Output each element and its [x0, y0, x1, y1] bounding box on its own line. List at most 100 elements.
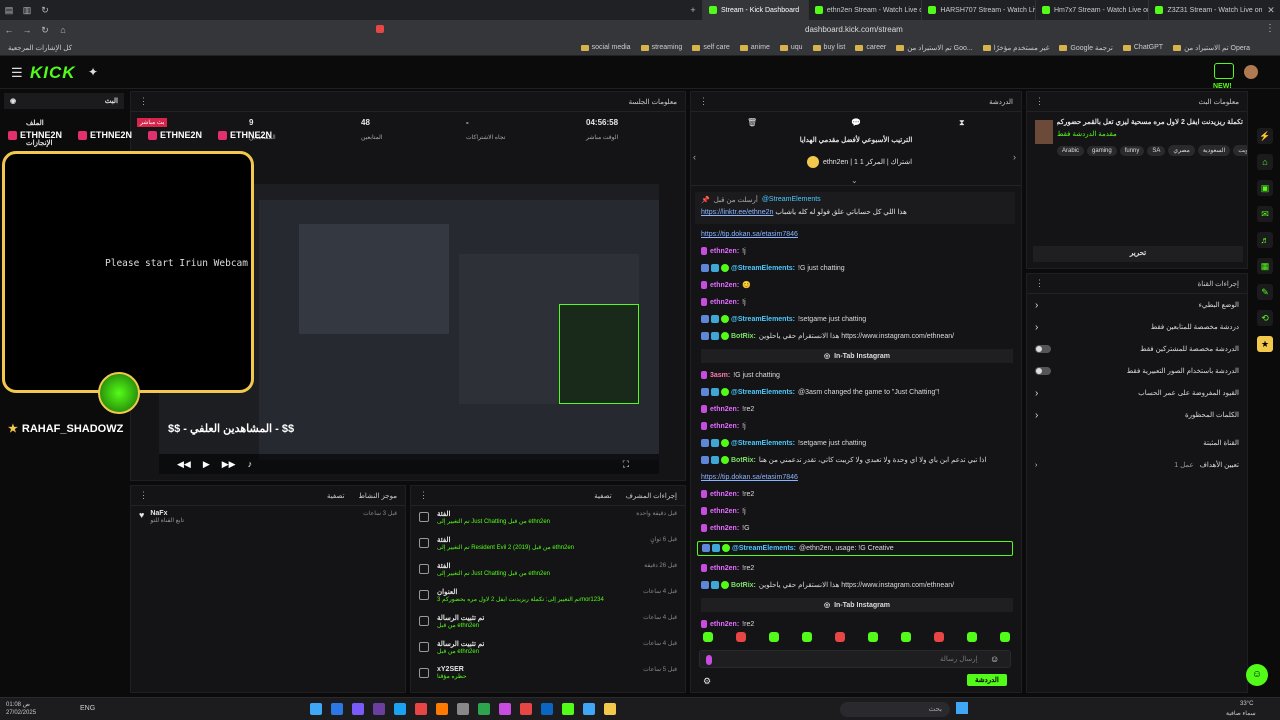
emoji-icon[interactable]: ☺ [990, 654, 999, 664]
taskbar-search[interactable]: بحث [840, 702, 950, 717]
back-icon[interactable]: ← [0, 25, 18, 35]
app-icon[interactable] [352, 703, 364, 715]
channel-setting-row[interactable]: › الوضع البطيء [1027, 294, 1247, 316]
app-icon[interactable] [541, 703, 553, 715]
rail-tool-icon[interactable]: ★ [1257, 336, 1273, 352]
app-icon[interactable] [331, 703, 343, 715]
app-icon[interactable] [520, 703, 532, 715]
app-icon[interactable] [310, 703, 322, 715]
rail-tool-icon[interactable]: ▦ [1257, 258, 1273, 274]
category[interactable]: مقدمة الدردشة فقط [1057, 130, 1117, 138]
nav-item-stream[interactable]: البث [105, 97, 118, 105]
clock-time[interactable]: 01:08 ص [6, 701, 30, 708]
forward-icon[interactable]: ▶▶ [222, 459, 236, 470]
bookmark-item[interactable]: تم الاستيراد من Goo... [896, 44, 973, 52]
emote-icon[interactable] [966, 632, 977, 642]
rail-tool-icon[interactable]: ▣ [1257, 180, 1273, 196]
hamburger-icon[interactable]: ☰ [11, 65, 23, 81]
chat-username[interactable]: ethn2en: [710, 525, 739, 532]
chat-username[interactable]: 3asm: [710, 372, 730, 379]
trash-icon[interactable]: 🗑 [747, 118, 757, 127]
language-indicator[interactable]: ENG [80, 705, 95, 712]
new-tab-icon[interactable]: + [684, 5, 702, 15]
emote-icon[interactable] [735, 632, 746, 642]
chat-username[interactable]: ethn2en: [710, 299, 739, 306]
app-icon[interactable] [373, 703, 385, 715]
app-icon[interactable] [436, 703, 448, 715]
channel-setting-row[interactable]: الدردشة باستخدام الصور التعبيرية فقط [1027, 360, 1247, 382]
rail-tool-icon[interactable]: ⟲ [1257, 310, 1273, 326]
pinned-link[interactable]: https://linktr.ee/ethne2n [701, 209, 773, 216]
prev-icon[interactable]: ‹ [693, 152, 696, 162]
weather-temp[interactable]: 33°C [1240, 701, 1253, 707]
chat-link[interactable]: https://tip.dokan.sa/etasim7846 [701, 231, 798, 238]
chat-username[interactable]: @StreamElements: [731, 389, 795, 396]
goal-row[interactable]: › عمل 1 تعيين الأهداف [1027, 454, 1247, 476]
bookmark-item[interactable]: uqu [779, 44, 803, 51]
all-bookmarks[interactable]: كل الإشارات المرجعية [8, 44, 72, 52]
bookmark-item[interactable]: social media [580, 44, 631, 51]
emote-icon[interactable] [834, 632, 845, 642]
rail-tool-icon[interactable]: ✉ [1257, 206, 1273, 222]
browser-tab[interactable]: Hm7x7 Stream - Watch Live on I [1034, 0, 1148, 20]
channel-setting-row[interactable]: الدردشة مخصصة للمشتركين فقط [1027, 338, 1247, 360]
play-icon[interactable]: ▶ [203, 459, 210, 470]
collapse-icon[interactable]: ⌄ [851, 176, 858, 185]
tag-chip[interactable]: Arabic [1057, 146, 1085, 156]
send-chat-button[interactable]: الدردشة [967, 674, 1007, 686]
app-icon[interactable] [604, 703, 616, 715]
window-close-icon[interactable]: ✕ [1262, 5, 1280, 16]
stream-info-menu-icon[interactable]: ⋮ [1035, 96, 1044, 107]
support-chat-icon[interactable]: ☺ [1246, 664, 1268, 686]
chat-username[interactable]: ethn2en: [710, 491, 739, 498]
app-icon[interactable] [415, 703, 427, 715]
emote-icon[interactable] [801, 632, 812, 642]
bookmark-item[interactable]: غير مستخدم مؤخرًا [982, 44, 1049, 52]
extensions-icon[interactable]: ▥ [18, 5, 36, 16]
emote-icon[interactable] [900, 632, 911, 642]
avatar[interactable] [1244, 65, 1258, 79]
chat-username[interactable]: @StreamElements: [731, 316, 795, 323]
setting-toggle[interactable] [1035, 345, 1051, 353]
bookmark-item[interactable]: Google ترجمة [1059, 44, 1113, 52]
follower-name[interactable]: NaFx [150, 510, 184, 517]
tag-chip[interactable]: SA [1147, 146, 1166, 156]
tag-chip[interactable]: gaming [1087, 146, 1117, 156]
app-icon[interactable] [562, 703, 574, 715]
chat-bubble-icon[interactable]: 💬 [851, 118, 861, 127]
chat-username[interactable]: ethn2en: [710, 282, 739, 289]
fullscreen-icon[interactable]: ⛶ [623, 459, 629, 470]
hourglass-icon[interactable]: ⧗ [959, 118, 965, 128]
activity-menu-icon[interactable]: ⋮ [139, 490, 148, 501]
next-icon[interactable]: › [1013, 152, 1016, 162]
mod-menu-icon[interactable]: ⋮ [419, 490, 428, 501]
wand-icon[interactable]: ✦ [88, 65, 98, 79]
chat-username[interactable]: BotRix: [731, 457, 756, 464]
app-icon[interactable] [478, 703, 490, 715]
chat-username[interactable]: @StreamElements: [731, 265, 795, 272]
browser-tab[interactable]: ethn2en Stream - Watch Live on Kick [807, 0, 921, 20]
channel-setting-row[interactable]: › القيود المفروضة على عمر الحساب [1027, 382, 1247, 404]
volume-icon[interactable]: ♪ [248, 459, 253, 469]
channel-setting-row[interactable]: › دردشة مخصصة للمتابعين فقط [1027, 316, 1247, 338]
bookmark-item[interactable]: career [855, 44, 886, 51]
chat-link[interactable]: https://tip.dokan.sa/etasim7846 [701, 474, 798, 481]
chat-username[interactable]: BotRix: [731, 582, 756, 589]
bookmark-item[interactable]: anime [739, 44, 770, 51]
chat-username[interactable]: BotRix: [731, 333, 756, 340]
emote-icon[interactable] [867, 632, 878, 642]
chat-username[interactable]: ethn2en: [710, 248, 739, 255]
edit-button[interactable]: تحرير [1033, 246, 1243, 262]
home-icon[interactable]: ⌂ [54, 25, 72, 35]
chat-username[interactable]: ethn2en: [710, 565, 739, 572]
rail-tool-icon[interactable]: ✎ [1257, 284, 1273, 300]
mod-filter[interactable]: تصفية [594, 492, 611, 500]
url-field[interactable]: dashboard.kick.com/stream [805, 25, 903, 34]
app-icon[interactable] [499, 703, 511, 715]
reload-icon[interactable]: ↻ [36, 5, 54, 16]
bookmark-item[interactable]: buy list [812, 44, 845, 51]
chat-username[interactable]: @StreamElements: [731, 440, 795, 447]
browser-tab[interactable]: HARSH707 Stream - Watch Live on I [921, 0, 1035, 20]
tag-chip[interactable]: funny [1119, 146, 1145, 156]
browser-tab[interactable]: Stream - Kick Dashboard [702, 0, 808, 20]
